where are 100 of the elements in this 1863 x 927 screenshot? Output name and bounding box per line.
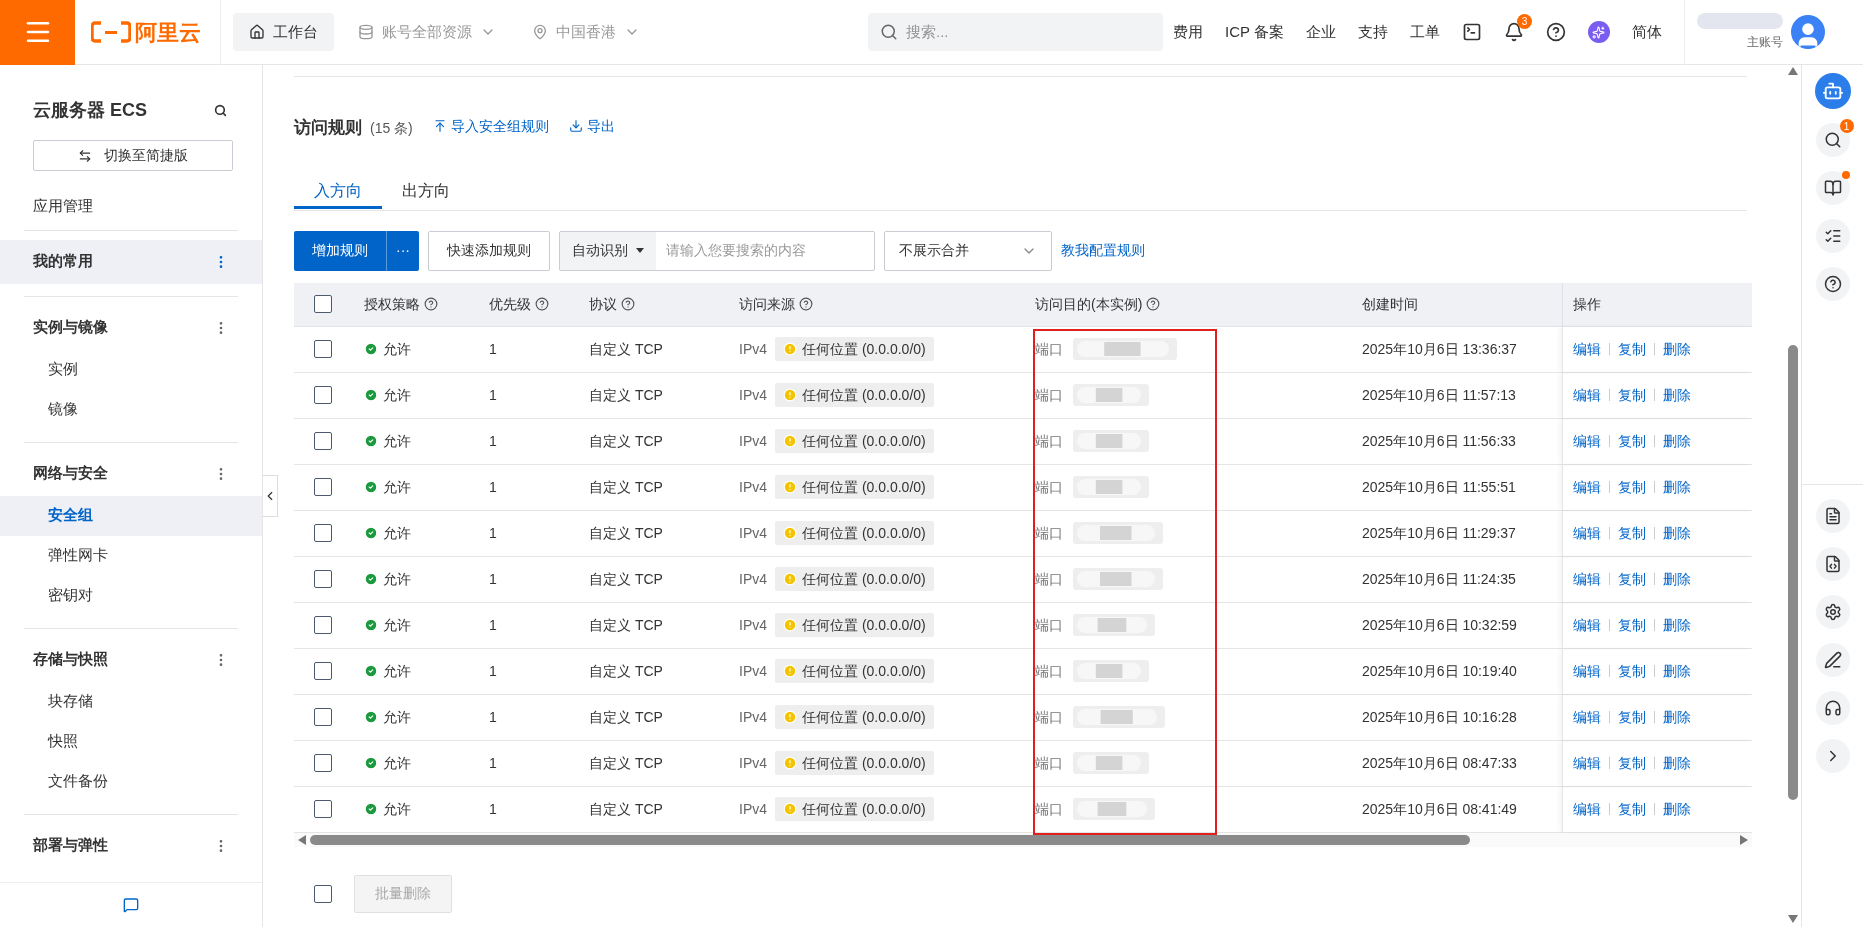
row-action-link[interactable]: 编辑 — [1573, 752, 1601, 774]
scroll-left-icon[interactable] — [298, 834, 306, 845]
scroll-up-icon[interactable] — [1788, 67, 1798, 75]
help-icon[interactable] — [1146, 297, 1161, 311]
row-action-link[interactable]: 复制 — [1618, 568, 1646, 590]
settings-icon[interactable] — [1815, 595, 1850, 629]
sidebar-item[interactable]: 镜像 — [0, 389, 262, 430]
sidebar-item[interactable]: 密钥对 — [0, 575, 262, 616]
checkbox[interactable] — [314, 340, 332, 358]
row-action-link[interactable]: 删除 — [1663, 798, 1691, 820]
row-action-link[interactable]: 复制 — [1618, 522, 1646, 544]
nav-link[interactable]: 企业 — [1305, 20, 1336, 44]
row-action-link[interactable]: 编辑 — [1573, 338, 1601, 360]
assistant-icon[interactable] — [1587, 21, 1610, 43]
help-icon[interactable] — [1545, 22, 1566, 42]
checkbox[interactable] — [314, 754, 332, 772]
sidebar-group[interactable]: 实例与镜像 — [0, 305, 262, 350]
export-link[interactable]: 导出 — [568, 115, 615, 137]
help-icon[interactable] — [799, 297, 813, 311]
sidebar-group[interactable]: 存储与快照 — [0, 637, 262, 682]
avatar[interactable] — [1790, 15, 1825, 49]
row-action-link[interactable]: 删除 — [1663, 522, 1691, 544]
row-action-link[interactable]: 复制 — [1618, 614, 1646, 636]
row-action-link[interactable]: 编辑 — [1573, 614, 1601, 636]
notification-icon[interactable] — [1503, 22, 1524, 42]
row-action-link[interactable]: 删除 — [1663, 614, 1691, 636]
checkbox[interactable] — [314, 524, 332, 542]
search-input[interactable]: 搜索... — [906, 20, 1151, 44]
row-action-link[interactable]: 复制 — [1618, 798, 1646, 820]
help-icon[interactable] — [621, 297, 635, 311]
search-icon[interactable] — [1815, 123, 1850, 157]
row-action-link[interactable]: 编辑 — [1573, 706, 1601, 728]
checkbox[interactable] — [314, 432, 332, 450]
checkbox[interactable] — [314, 295, 332, 313]
row-action-link[interactable]: 删除 — [1663, 660, 1691, 682]
row-action-link[interactable]: 编辑 — [1573, 522, 1601, 544]
row-action-link[interactable]: 编辑 — [1573, 798, 1601, 820]
sidebar-group[interactable]: 网络与安全 — [0, 451, 262, 496]
help-link[interactable]: 教我配置规则 — [1061, 240, 1145, 261]
language-link[interactable]: 简体 — [1631, 20, 1662, 44]
row-action-link[interactable]: 复制 — [1618, 338, 1646, 360]
sidebar-item[interactable]: 弹性网卡 — [0, 535, 262, 576]
checklist-icon[interactable] — [1815, 219, 1850, 253]
edit-icon[interactable] — [1815, 643, 1850, 677]
direction-tab[interactable]: 出方向 — [382, 176, 470, 209]
checkbox[interactable] — [314, 478, 332, 496]
row-action-link[interactable]: 删除 — [1663, 752, 1691, 774]
scroll-right-icon[interactable] — [1740, 834, 1748, 845]
feedback-icon[interactable] — [123, 897, 139, 913]
headset-icon[interactable] — [1815, 691, 1850, 725]
api-icon[interactable] — [1815, 547, 1850, 581]
sidebar-item[interactable]: 安全组 — [0, 495, 262, 536]
nav-link[interactable]: ICP 备案 — [1225, 20, 1284, 44]
row-action-link[interactable]: 复制 — [1618, 660, 1646, 682]
row-action-link[interactable]: 复制 — [1618, 752, 1646, 774]
help-icon[interactable] — [535, 297, 549, 311]
row-action-link[interactable]: 复制 — [1618, 476, 1646, 498]
document-icon[interactable] — [1815, 499, 1850, 533]
search-icon[interactable] — [214, 104, 227, 117]
sidebar-item[interactable]: 块存储 — [0, 681, 262, 722]
quick-add-button[interactable]: 快速添加规则 — [428, 230, 550, 271]
search-field[interactable]: 搜索... — [868, 13, 1163, 51]
rule-search-input[interactable]: 请输入您要搜索的内容 — [656, 231, 874, 270]
robot-icon[interactable] — [1814, 73, 1851, 109]
row-action-link[interactable]: 删除 — [1663, 338, 1691, 360]
checkbox[interactable] — [314, 570, 332, 588]
sidebar-group[interactable]: 我的常用 — [0, 239, 262, 284]
sidebar-item[interactable]: 文件备份 — [0, 761, 262, 802]
scroll-down-icon[interactable] — [1788, 915, 1798, 923]
help-icon[interactable] — [1815, 267, 1850, 301]
checkbox[interactable] — [314, 708, 332, 726]
direction-tab[interactable]: 入方向 — [294, 176, 382, 209]
sidebar-item[interactable]: 快照 — [0, 721, 262, 762]
row-action-link[interactable]: 复制 — [1618, 706, 1646, 728]
checkbox[interactable] — [314, 616, 332, 634]
collapse-handle[interactable] — [263, 475, 278, 517]
row-action-link[interactable]: 复制 — [1618, 430, 1646, 452]
add-rule-button[interactable]: 增加规则 — [294, 230, 386, 271]
nav-link[interactable]: 费用 — [1173, 20, 1203, 44]
menu-button[interactable] — [0, 0, 75, 65]
row-action-link[interactable]: 删除 — [1663, 384, 1691, 406]
row-action-link[interactable]: 编辑 — [1573, 660, 1601, 682]
checkbox[interactable] — [314, 884, 332, 903]
row-action-link[interactable]: 删除 — [1663, 706, 1691, 728]
book-icon[interactable] — [1815, 171, 1850, 205]
row-action-link[interactable]: 删除 — [1663, 568, 1691, 590]
row-action-link[interactable]: 编辑 — [1573, 384, 1601, 406]
rule-search-field[interactable]: 自动识别 请输入您要搜索的内容 — [559, 230, 875, 271]
more-button[interactable]: ··· — [386, 230, 419, 271]
checkbox[interactable] — [314, 800, 332, 818]
terminal-icon[interactable] — [1461, 22, 1482, 42]
switch-version-button[interactable]: 切换至简捷版 — [33, 140, 233, 171]
row-action-link[interactable]: 编辑 — [1573, 568, 1601, 590]
merge-dropdown[interactable]: 不展示合并 — [884, 230, 1052, 271]
search-mode-dropdown[interactable]: 自动识别 — [560, 231, 656, 270]
sidebar-group[interactable]: 部署与弹性 — [0, 823, 262, 868]
row-action-link[interactable]: 删除 — [1663, 430, 1691, 452]
row-action-link[interactable]: 编辑 — [1573, 476, 1601, 498]
help-icon[interactable] — [424, 297, 438, 311]
row-action-link[interactable]: 编辑 — [1573, 430, 1601, 452]
